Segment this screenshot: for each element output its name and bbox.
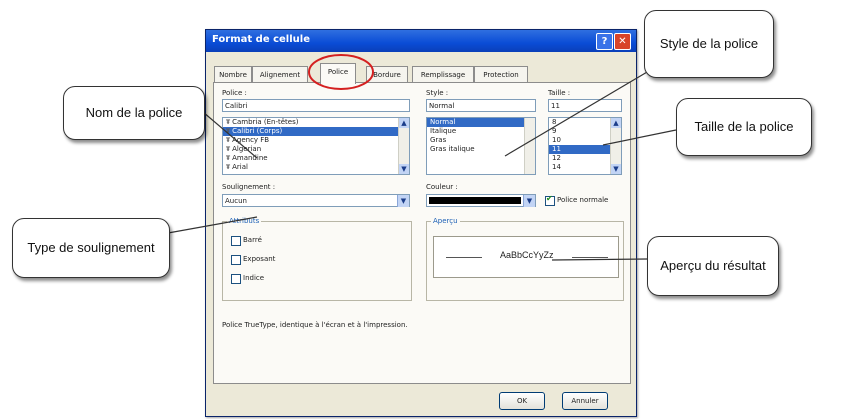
callout-preview-result: Aperçu du résultat [647,236,779,296]
callout-font-style: Style de la police [644,10,774,78]
callout-underline-type: Type de soulignement [12,218,170,278]
leader-preview [551,258,648,261]
leader-font-size [602,129,677,146]
tab-police[interactable]: Police [320,63,356,84]
callout-font-size: Taille de la police [676,98,812,156]
leader-font-name [202,111,258,159]
callout-font-name: Nom de la police [63,86,205,140]
leader-font-style [504,61,665,157]
leader-underline [167,216,258,234]
